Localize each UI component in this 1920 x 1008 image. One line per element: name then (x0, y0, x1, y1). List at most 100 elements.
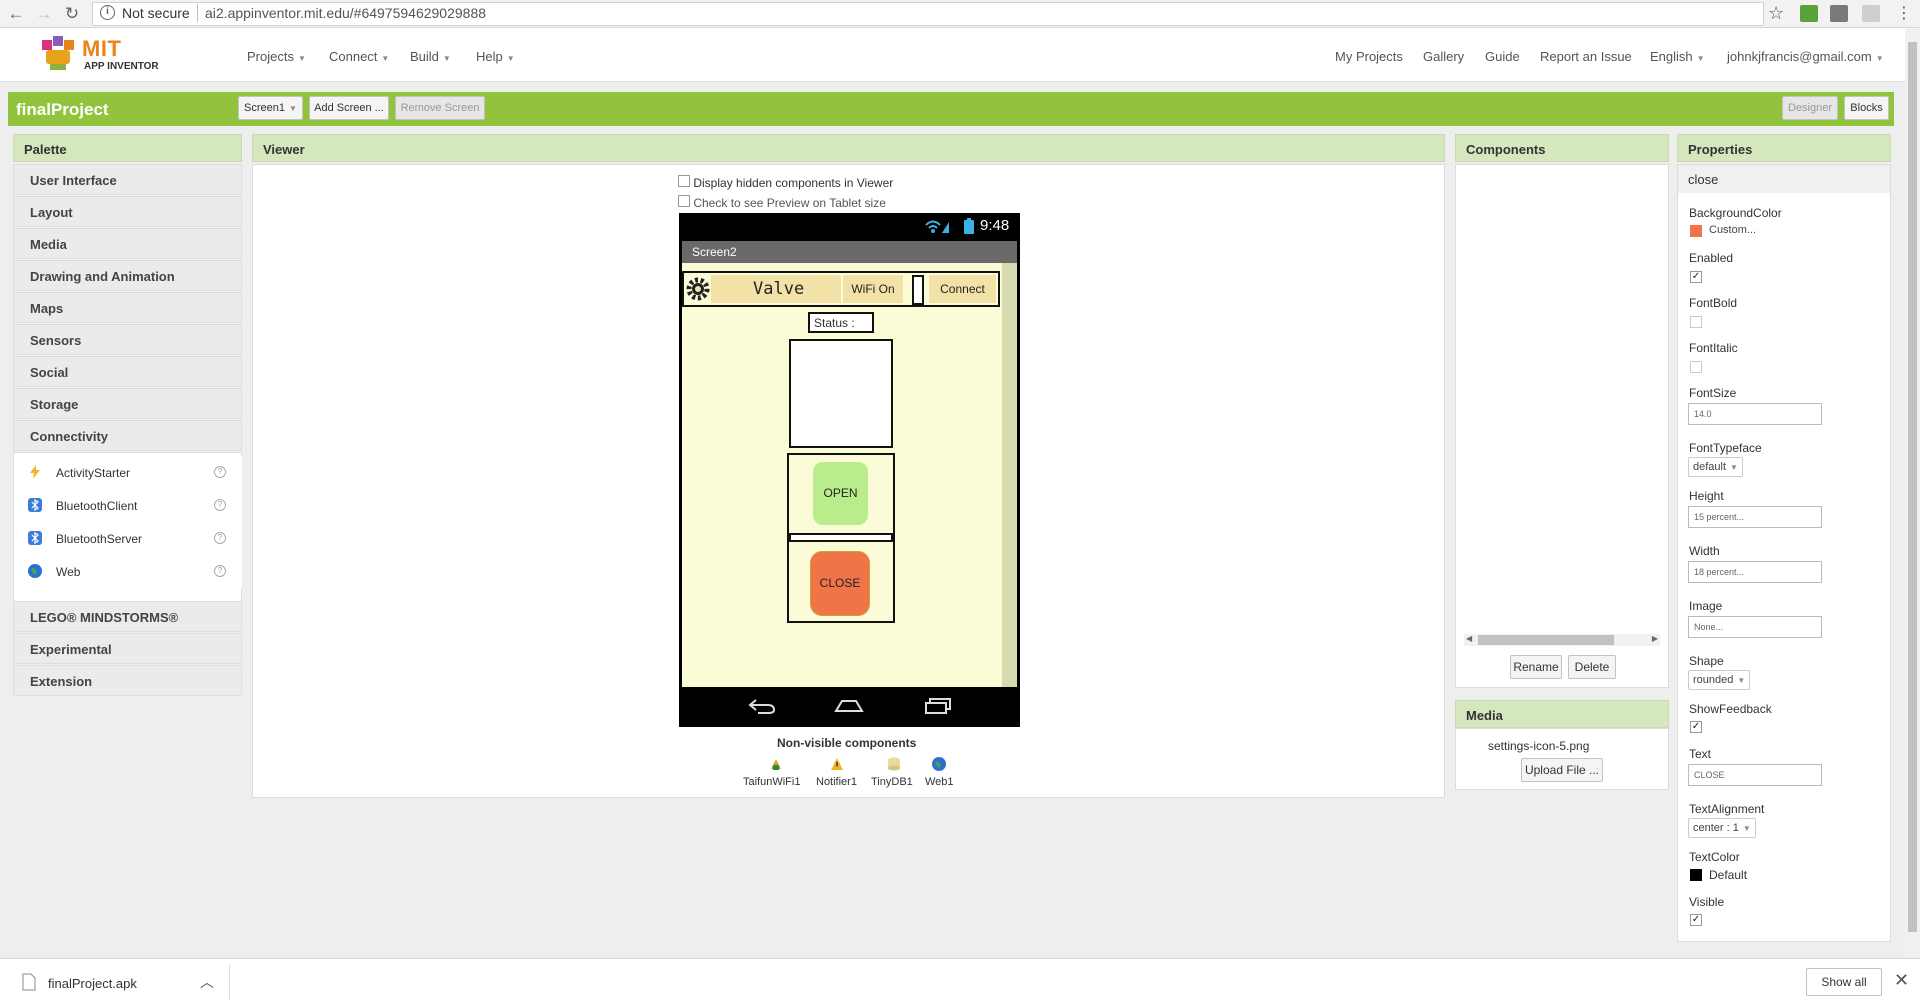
menu-connect[interactable]: Connect ▼ (329, 49, 389, 64)
palette-media[interactable]: Media (13, 228, 242, 259)
component-tree: −Screen1−HorizontalArrangement1settingsa… (1460, 173, 1665, 613)
palette-storage[interactable]: Storage (13, 388, 242, 419)
page-scrollbar[interactable] (1905, 28, 1920, 958)
palette-maps[interactable]: Maps (13, 292, 242, 323)
reload-icon[interactable]: ↻ (62, 4, 82, 24)
close-downloads-icon[interactable]: ✕ (1894, 970, 1909, 991)
menu-projects[interactable]: Projects ▼ (247, 49, 306, 64)
extension-icon[interactable] (1862, 5, 1880, 22)
palette-layout[interactable]: Layout (13, 196, 242, 227)
height-input[interactable]: 15 percent... (1688, 506, 1822, 528)
info-icon[interactable]: i (100, 5, 115, 20)
nonvisible-notifier[interactable]: Notifier1 (816, 776, 857, 788)
enabled-checkbox[interactable]: ✓ (1690, 271, 1702, 283)
connect-button[interactable]: Connect (929, 275, 996, 303)
hidden-components-option[interactable]: Display hidden components in Viewer (678, 175, 893, 190)
help-icon[interactable]: ? (214, 532, 226, 544)
width-input[interactable]: 18 percent... (1688, 561, 1822, 583)
forward-icon[interactable]: → (34, 4, 54, 24)
open-button[interactable]: OPEN (813, 462, 868, 525)
link-report-issue[interactable]: Report an Issue (1540, 49, 1632, 64)
background-color-value[interactable]: Custom... (1709, 224, 1756, 236)
link-gallery[interactable]: Gallery (1423, 49, 1464, 64)
palette-social[interactable]: Social (13, 356, 242, 387)
link-my-projects[interactable]: My Projects (1335, 49, 1403, 64)
palette-sensors[interactable]: Sensors (13, 324, 242, 355)
tablet-preview-option[interactable]: Check to see Preview on Tablet size (678, 195, 886, 209)
scroll-left-icon[interactable]: ◀ (1466, 634, 1472, 643)
help-icon[interactable]: ? (214, 466, 226, 478)
download-chevron-up-icon[interactable]: ︿ (200, 972, 214, 992)
fontsize-input[interactable]: 14.0 (1688, 403, 1822, 425)
add-screen-button[interactable]: Add Screen ... (309, 96, 389, 120)
palette-experimental[interactable]: Experimental (13, 633, 242, 664)
palette-drawing-animation[interactable]: Drawing and Animation (13, 260, 242, 291)
menu-build[interactable]: Build ▼ (410, 49, 451, 64)
horizontal-scroll-arrangement[interactable] (912, 275, 924, 305)
extension-icon[interactable] (1800, 5, 1818, 22)
fontitalic-checkbox[interactable] (1690, 361, 1702, 373)
nonvisible-web[interactable]: Web1 (925, 776, 954, 788)
back-icon[interactable]: ← (6, 4, 26, 24)
url-text[interactable]: ai2.appinventor.mit.edu/#649759462902988… (205, 5, 486, 21)
showfeedback-checkbox[interactable]: ✓ (1690, 721, 1702, 733)
prop-image-label: Image (1689, 599, 1723, 613)
menu-language[interactable]: English ▼ (1650, 49, 1705, 64)
palette-extension[interactable]: Extension (13, 665, 242, 696)
screen-selector[interactable]: Screen1 ▼ (238, 96, 303, 120)
media-file[interactable]: settings-icon-5.png (1488, 739, 1589, 753)
shape-select[interactable]: rounded ▼ (1688, 670, 1751, 690)
bookmark-star-icon[interactable]: ☆ (1768, 3, 1784, 24)
download-file-name[interactable]: finalProject.apk (48, 976, 137, 991)
hidden-components-checkbox[interactable] (678, 175, 690, 187)
scrollbar-thumb[interactable] (1478, 635, 1614, 645)
horizontal-arrangement-3[interactable] (789, 339, 893, 448)
textcolor-swatch[interactable] (1690, 869, 1702, 881)
help-icon[interactable]: ? (214, 499, 226, 511)
show-all-button[interactable]: Show all (1806, 968, 1882, 996)
close-button[interactable]: CLOSE (810, 551, 870, 616)
page-scrollbar-thumb[interactable] (1908, 42, 1917, 932)
link-guide[interactable]: Guide (1485, 49, 1520, 64)
menu-account[interactable]: johnkjfrancis@gmail.com ▼ (1727, 49, 1884, 64)
logo-title[interactable]: MIT (82, 36, 121, 62)
scroll-right-icon[interactable]: ▶ (1652, 634, 1658, 643)
textalignment-select[interactable]: center : 1 ▼ (1688, 818, 1756, 838)
nonvisible-taifunwifi[interactable]: TaifunWiFi1 (743, 776, 800, 788)
rename-button[interactable]: Rename (1510, 655, 1562, 679)
upload-file-button[interactable]: Upload File ... (1521, 758, 1603, 782)
image-input[interactable]: None... (1688, 616, 1822, 638)
palette-connectivity[interactable]: Connectivity (13, 420, 242, 451)
settings-gear-icon[interactable] (685, 276, 711, 302)
status-label[interactable]: Status : (808, 312, 874, 333)
menu-help[interactable]: Help ▼ (476, 49, 515, 64)
textcolor-value[interactable]: Default (1709, 868, 1747, 882)
palette-item-bluetoothclient[interactable]: BluetoothClient ? (14, 489, 242, 522)
designer-button[interactable]: Designer (1782, 96, 1838, 120)
extension-icon[interactable] (1830, 5, 1848, 22)
blocks-button[interactable]: Blocks (1844, 96, 1889, 120)
text-input[interactable]: CLOSE (1688, 764, 1822, 786)
browser-menu-icon[interactable]: ⋮ (1896, 3, 1912, 23)
spacer-arrangement[interactable] (789, 533, 893, 542)
tablet-preview-checkbox[interactable] (678, 195, 690, 207)
fonttypeface-select[interactable]: default ▼ (1688, 457, 1743, 477)
nonvisible-tinydb[interactable]: TinyDB1 (871, 776, 913, 788)
visible-checkbox[interactable]: ✓ (1690, 914, 1702, 926)
app-inventor-logo-icon (42, 36, 74, 70)
wifi-on-button[interactable]: WiFi On (843, 275, 903, 303)
palette-item-web[interactable]: Web ? (14, 555, 242, 588)
downloads-bar (0, 958, 1920, 1008)
screen-scrollbar[interactable] (1002, 263, 1017, 687)
palette-lego-mindstorms[interactable]: LEGO® MINDSTORMS® (13, 601, 242, 632)
delete-button[interactable]: Delete (1568, 655, 1616, 679)
palette-item-activitystarter[interactable]: ActivityStarter ? (14, 456, 242, 489)
palette-user-interface[interactable]: User Interface (13, 164, 242, 195)
app-name-label[interactable]: Valve (711, 275, 841, 303)
remove-screen-button[interactable]: Remove Screen (395, 96, 485, 120)
help-icon[interactable]: ? (214, 565, 226, 577)
palette-item-bluetoothserver[interactable]: BluetoothServer ? (14, 522, 242, 555)
tree-horizontal-scrollbar[interactable]: ◀ ▶ (1464, 634, 1660, 646)
background-color-swatch[interactable] (1690, 225, 1702, 237)
fontbold-checkbox[interactable] (1690, 316, 1702, 328)
